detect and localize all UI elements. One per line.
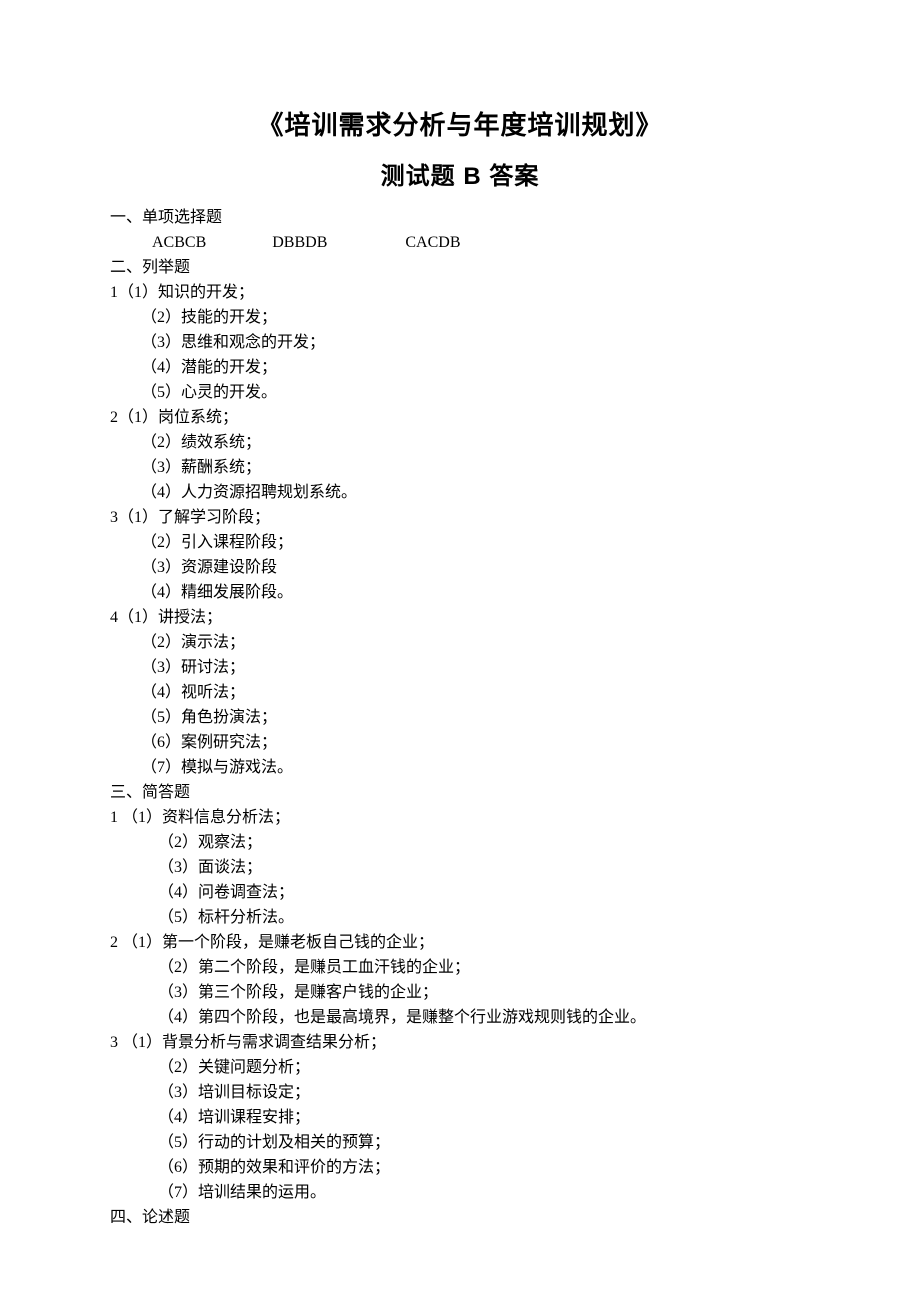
section-1-heading: 一、单项选择题 [110, 205, 810, 230]
section-3-heading: 三、简答题 [110, 780, 810, 805]
document-subtitle: 测试题 B 答案 [110, 156, 810, 191]
list-item: （4）人力资源招聘规划系统。 [110, 480, 810, 505]
document-title: 《培训需求分析与年度培训规划》 [110, 105, 810, 142]
list-item: （5）角色扮演法； [110, 705, 810, 730]
section-2-heading: 二、列举题 [110, 255, 810, 280]
list-item: 1 （1）资料信息分析法； [110, 805, 810, 830]
list-item: （4）精细发展阶段。 [110, 580, 810, 605]
list-item: （3）培训目标设定； [110, 1080, 810, 1105]
list-item: （5）行动的计划及相关的预算； [110, 1130, 810, 1155]
list-item: （6）案例研究法； [110, 730, 810, 755]
list-item: （3）思维和观念的开发； [110, 330, 810, 355]
list-item: （3）第三个阶段，是赚客户钱的企业； [110, 980, 810, 1005]
list-item: （2）关键问题分析； [110, 1055, 810, 1080]
document-page: 《培训需求分析与年度培训规划》 测试题 B 答案 一、单项选择题 ACBCB D… [0, 0, 920, 1230]
list-item: （3）面谈法； [110, 855, 810, 880]
list-item: （7）培训结果的运用。 [110, 1180, 810, 1205]
list-item: （5）标杆分析法。 [110, 905, 810, 930]
list-item: （3）研讨法； [110, 655, 810, 680]
list-item: （2）演示法； [110, 630, 810, 655]
answer-group: CACDB [405, 230, 460, 255]
list-item: 3 （1）背景分析与需求调查结果分析； [110, 1030, 810, 1055]
list-item: （4）视听法； [110, 680, 810, 705]
list-item: （4）问卷调查法； [110, 880, 810, 905]
list-item: （6）预期的效果和评价的方法； [110, 1155, 810, 1180]
list-item: 4（1）讲授法； [110, 605, 810, 630]
list-item: （2）观察法； [110, 830, 810, 855]
section-4-heading: 四、论述题 [110, 1205, 810, 1230]
list-item: 2（1）岗位系统； [110, 405, 810, 430]
list-item: （4）潜能的开发； [110, 355, 810, 380]
list-item: （7）模拟与游戏法。 [110, 755, 810, 780]
section-1-answers: ACBCB DBBDB CACDB [110, 230, 810, 255]
list-item: （3）薪酬系统； [110, 455, 810, 480]
list-item: （2）技能的开发； [110, 305, 810, 330]
answer-group: DBBDB [272, 230, 327, 255]
answer-group: ACBCB [152, 230, 206, 255]
list-item: （3）资源建设阶段 [110, 555, 810, 580]
list-item: （2）绩效系统； [110, 430, 810, 455]
list-item: （2）第二个阶段，是赚员工血汗钱的企业； [110, 955, 810, 980]
list-item: （4）第四个阶段，也是最高境界，是赚整个行业游戏规则钱的企业。 [110, 1005, 810, 1030]
list-item: （4）培训课程安排； [110, 1105, 810, 1130]
list-item: 1（1）知识的开发； [110, 280, 810, 305]
list-item: 3（1）了解学习阶段； [110, 505, 810, 530]
list-item: （2）引入课程阶段； [110, 530, 810, 555]
list-item: 2 （1）第一个阶段，是赚老板自己钱的企业； [110, 930, 810, 955]
list-item: （5）心灵的开发。 [110, 380, 810, 405]
